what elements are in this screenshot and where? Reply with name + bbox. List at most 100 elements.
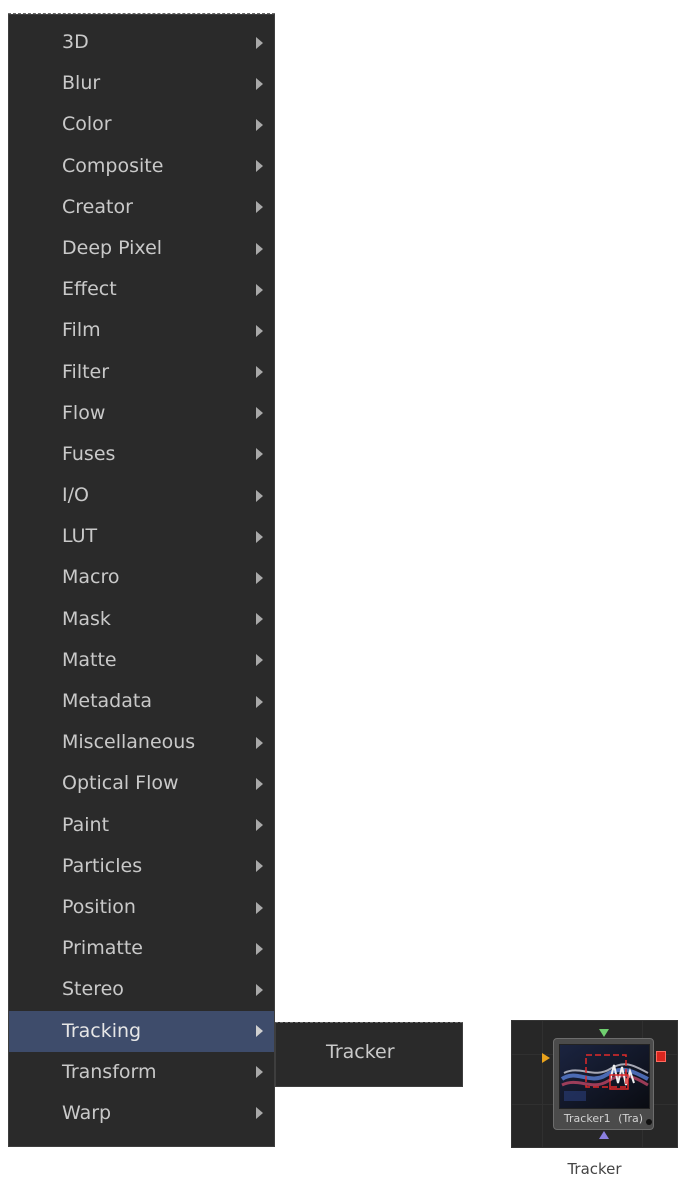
menu-item-color[interactable]: Color xyxy=(9,104,274,145)
submenu-arrow-icon xyxy=(256,36,263,49)
menu-item-label: I/O xyxy=(62,484,89,507)
submenu-arrow-icon xyxy=(256,201,263,214)
submenu-arrow-icon xyxy=(256,572,263,585)
menu-item-label: Flow xyxy=(62,401,106,424)
submenu-arrow-icon xyxy=(256,901,263,914)
menu-item-stereo[interactable]: Stereo xyxy=(9,969,274,1010)
menu-item-effect[interactable]: Effect xyxy=(9,269,274,310)
submenu-arrow-icon xyxy=(256,1025,263,1038)
submenu-arrow-icon xyxy=(256,160,263,173)
submenu-arrow-icon xyxy=(256,448,263,461)
menu-item-label: Film xyxy=(62,319,101,342)
menu-item-label: Stereo xyxy=(62,978,124,1001)
stage: 3D Blur Color Composite Creator Deep Pixel Eff… xyxy=(0,0,686,1186)
menu-item-label: Filter xyxy=(62,360,110,383)
foreground-input-port-icon[interactable] xyxy=(599,1029,609,1037)
menu-item-creator[interactable]: Creator xyxy=(9,187,274,228)
node-name: Tracker1 xyxy=(563,1112,611,1125)
submenu-arrow-icon xyxy=(256,489,263,502)
tracking-submenu: Tracker xyxy=(275,1022,463,1087)
submenu-arrow-icon xyxy=(256,366,263,379)
submenu-arrow-icon xyxy=(256,118,263,131)
menu-item-label: Metadata xyxy=(62,690,152,712)
submenu-arrow-icon xyxy=(256,1066,263,1079)
menu-item-label: Deep Pixel xyxy=(62,236,163,259)
node-thumbnail xyxy=(559,1044,650,1109)
menu-item-label: Primatte xyxy=(62,937,143,960)
figure-caption: Tracker xyxy=(567,1160,622,1178)
menu-item-label: Paint xyxy=(62,813,110,836)
background-input-port-icon[interactable] xyxy=(542,1053,550,1063)
menu-item-tracking[interactable]: Tracking xyxy=(9,1010,274,1052)
menu-item-label: Particles xyxy=(62,854,143,877)
menu-item-optical-flow[interactable]: Optical Flow xyxy=(9,763,274,804)
submenu-arrow-icon xyxy=(256,77,263,90)
submenu-arrow-icon xyxy=(256,819,263,832)
submenu-arrow-icon xyxy=(256,736,263,749)
submenu-arrow-icon xyxy=(256,942,263,955)
submenu-arrow-icon xyxy=(256,654,263,667)
submenu-arrow-icon xyxy=(256,283,263,296)
menu-item-filter[interactable]: Filter xyxy=(9,352,274,393)
submenu-arrow-icon xyxy=(256,777,263,790)
submenu-arrow-icon xyxy=(256,407,263,420)
menu-item-mask[interactable]: Mask xyxy=(9,599,274,640)
menu-item-label: Transform xyxy=(62,1060,157,1083)
tracker-thumbnail-image xyxy=(560,1045,649,1108)
node-label: Tracker1 (Tra) xyxy=(554,1112,653,1126)
submenu-arrow-icon xyxy=(256,530,263,543)
menu-item-label: Mask xyxy=(62,607,111,630)
output-port-icon[interactable] xyxy=(656,1051,666,1062)
menu-item-label: Warp xyxy=(62,1101,112,1124)
menu-item-paint[interactable]: Paint xyxy=(9,805,274,846)
submenu-arrow-icon xyxy=(256,860,263,873)
menu-item-primatte[interactable]: Primatte xyxy=(9,928,274,969)
menu-item-label: Effect xyxy=(62,278,117,301)
submenu-arrow-icon xyxy=(256,1107,263,1120)
menu-item-label: Matte xyxy=(62,648,117,671)
menu-item-position[interactable]: Position xyxy=(9,887,274,928)
node-status-dot xyxy=(646,1119,652,1125)
submenu-arrow-icon xyxy=(256,983,263,996)
menu-list: 3D Blur Color Composite Creator Deep Pixel Eff… xyxy=(9,22,274,1134)
menu-item-i-o[interactable]: I/O xyxy=(9,475,274,516)
menu-item-3d[interactable]: 3D xyxy=(9,22,274,63)
submenu-arrow-icon xyxy=(256,613,263,626)
menu-item-label: Tracking xyxy=(62,1019,142,1042)
add-tool-context-menu: 3D Blur Color Composite Creator Deep Pixel Eff… xyxy=(8,14,275,1147)
tracker-node[interactable]: Tracker1 (Tra) xyxy=(553,1038,654,1130)
submenu-arrow-icon xyxy=(256,695,263,708)
menu-item-label: Composite xyxy=(62,154,164,177)
submenu-item-tracker[interactable]: Tracker xyxy=(276,1032,462,1072)
submenu-arrow-icon xyxy=(256,324,263,337)
menu-item-label: 3D xyxy=(62,31,89,53)
menu-item-label: Fuses xyxy=(62,442,116,465)
menu-item-label: LUT xyxy=(62,525,98,548)
menu-item-label: Color xyxy=(62,113,112,136)
menu-item-label: Miscellaneous xyxy=(62,731,196,754)
menu-item-label: Blur xyxy=(62,72,101,95)
menu-item-warp[interactable]: Warp xyxy=(9,1093,274,1134)
menu-item-label: Creator xyxy=(62,195,133,218)
menu-item-film[interactable]: Film xyxy=(9,310,274,351)
menu-item-transform[interactable]: Transform xyxy=(9,1052,274,1093)
menu-item-lut[interactable]: LUT xyxy=(9,516,274,557)
menu-item-label: Macro xyxy=(62,566,120,589)
menu-item-deep-pixel[interactable]: Deep Pixel xyxy=(9,228,274,269)
node-preview-panel: Tracker1 (Tra) xyxy=(511,1020,678,1148)
submenu-item-label: Tracker xyxy=(326,1041,395,1063)
menu-item-metadata[interactable]: Metadata xyxy=(9,681,274,722)
menu-item-flow[interactable]: Flow xyxy=(9,393,274,434)
menu-item-blur[interactable]: Blur xyxy=(9,63,274,104)
node-type-abbrev: (Tra) xyxy=(618,1112,644,1125)
menu-item-label: Optical Flow xyxy=(62,772,179,795)
menu-item-composite[interactable]: Composite xyxy=(9,146,274,187)
menu-item-fuses[interactable]: Fuses xyxy=(9,434,274,475)
menu-item-matte[interactable]: Matte xyxy=(9,640,274,681)
menu-item-particles[interactable]: Particles xyxy=(9,846,274,887)
menu-item-miscellaneous[interactable]: Miscellaneous xyxy=(9,722,274,763)
menu-item-macro[interactable]: Macro xyxy=(9,557,274,598)
submenu-arrow-icon xyxy=(256,242,263,255)
grid-line xyxy=(542,1021,543,1147)
effect-mask-input-port-icon[interactable] xyxy=(599,1131,609,1139)
